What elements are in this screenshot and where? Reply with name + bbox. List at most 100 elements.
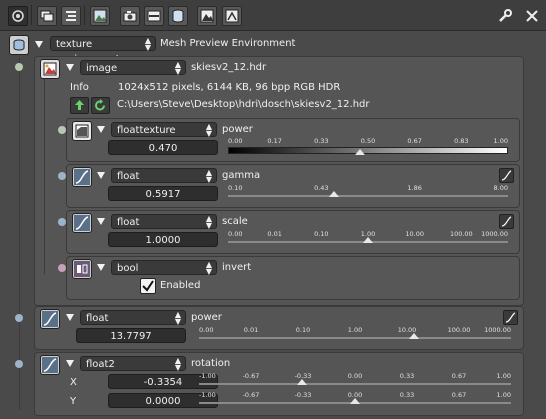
gradient-bar (228, 147, 508, 154)
curve-toggle-icon[interactable] (503, 310, 518, 325)
reload-icon[interactable] (91, 97, 110, 114)
gamma-socket[interactable] (58, 172, 66, 180)
curve-toggle-icon[interactable] (499, 214, 514, 229)
float-curve-icon[interactable] (40, 355, 60, 375)
gamma-slider[interactable]: 0.10 0.43 1.86 8.00 (228, 184, 508, 206)
invert-checkbox[interactable] (140, 278, 156, 294)
float-curve-icon[interactable] (72, 167, 92, 187)
invert-collapse-icon[interactable] (97, 264, 105, 271)
gamma-value[interactable]: 0.5917 (108, 186, 218, 201)
database-icon[interactable] (168, 6, 188, 26)
mountain-icon[interactable] (197, 6, 217, 26)
slider-tick-label: 0.10 (295, 326, 311, 334)
export-icon[interactable] (70, 97, 89, 114)
rotation-type-select[interactable]: float2 ▲ ▼ (80, 356, 186, 372)
image-socket[interactable] (15, 63, 23, 71)
slider-handle[interactable] (296, 379, 307, 385)
image-node-icon[interactable] (40, 59, 60, 79)
image-icon[interactable] (90, 6, 110, 26)
power-texture-value[interactable]: 0.470 (108, 140, 218, 155)
slider-tick-label: 0.00 (347, 372, 363, 380)
environment-title: Mesh Preview Environment (160, 38, 296, 49)
slider-handle[interactable] (363, 237, 373, 243)
scale-value[interactable]: 1.0000 (108, 232, 218, 247)
slider-handle[interactable] (329, 191, 340, 197)
image-filename: skiesv2_12.hdr (191, 62, 267, 73)
slider-tick-label: 1.00 (347, 326, 363, 334)
invert-socket[interactable] (58, 264, 66, 272)
power-label: power (191, 312, 222, 323)
layers-icon[interactable] (37, 6, 57, 26)
power-slider[interactable]: 0.00 0.01 0.10 1.00 10.00 100.00 1000.00 (199, 326, 511, 348)
slider-tick-label: -1.00 (199, 372, 216, 380)
gamma-type-select[interactable]: float ▲ ▼ (111, 168, 217, 184)
main-toolbar (0, 0, 546, 31)
slider-track (199, 383, 511, 385)
slider-tick-label: 1.86 (407, 184, 422, 192)
slider-tick-label: 100.00 (447, 326, 471, 334)
slider-handle[interactable] (409, 333, 420, 339)
invert-enabled-label: Enabled (160, 280, 201, 291)
scale-collapse-icon[interactable] (97, 218, 105, 225)
slider-track (228, 195, 508, 197)
info-label: Info (70, 82, 89, 93)
scale-type-select[interactable]: float ▲ ▼ (111, 214, 217, 230)
slider-tick-label: 0.83 (454, 137, 469, 145)
invert-label: invert (222, 262, 252, 273)
slider-tick-label: 100.00 (449, 230, 473, 238)
rotation-collapse-icon[interactable] (66, 360, 74, 367)
slider-tick-label: -0.33 (294, 391, 312, 399)
slider-tick-label: 0.33 (314, 137, 329, 145)
scale-socket[interactable] (58, 218, 66, 226)
slider-track (199, 337, 511, 339)
environment-type-select[interactable]: texture environment ▲▼ (50, 36, 156, 65)
image-type-select[interactable]: image ▲ ▼ (80, 60, 186, 76)
power-type-select[interactable]: float ▲ ▼ (80, 310, 186, 326)
slider-tick-label: -1.00 (199, 391, 216, 399)
float-texture-icon[interactable] (72, 121, 92, 141)
rotation-socket[interactable] (15, 360, 23, 368)
slider-tick-label: 0.67 (451, 391, 467, 399)
power-texture-type-select[interactable]: floattexture ▲ ▼ (111, 122, 217, 138)
bool-icon[interactable] (72, 259, 92, 279)
slider-tick-label: 0.33 (399, 391, 415, 399)
slider-tick-label: 1.00 (496, 391, 511, 399)
slider-tick-label: 0.01 (243, 326, 259, 334)
rotation-y-slider[interactable]: -1.00 -0.67 -0.33 0.00 0.33 0.67 1.00 (199, 391, 511, 413)
image-collapse-arrow-icon[interactable] (66, 64, 74, 71)
float-curve-icon[interactable] (72, 213, 92, 233)
slider-tick-label: 0.33 (399, 372, 415, 380)
collapse-arrow-icon[interactable] (35, 41, 43, 48)
scene-image-icon[interactable] (222, 6, 242, 26)
slider-tick-label: 0.00 (228, 230, 243, 238)
environment-node-icon[interactable] (9, 35, 29, 55)
power-texture-socket[interactable] (58, 126, 66, 134)
slider-tick-label: 0.50 (360, 137, 376, 145)
float-curve-icon[interactable] (40, 309, 60, 329)
wrench-icon[interactable] (497, 8, 513, 24)
slider-tick-label: 1.00 (496, 372, 511, 380)
film-icon[interactable] (144, 6, 164, 26)
invert-type-select[interactable]: bool ▲ ▼ (111, 260, 217, 276)
gamma-label: gamma (222, 170, 261, 181)
render-preview-icon[interactable] (8, 6, 28, 26)
slider-tick-label: 0.17 (267, 137, 282, 145)
close-icon[interactable] (524, 8, 540, 24)
slider-handle[interactable] (350, 398, 360, 404)
slider-tick-label: 0.67 (451, 372, 467, 380)
camera-icon[interactable] (120, 6, 140, 26)
power-texture-collapse-icon[interactable] (97, 126, 105, 133)
scale-slider[interactable]: 0.00 0.01 0.10 1.00 10.00 100.00 1000.00 (228, 230, 508, 252)
list-icon[interactable] (61, 6, 81, 26)
curve-toggle-icon[interactable] (499, 168, 514, 183)
slider-tick-label: 10.00 (405, 230, 424, 238)
gamma-collapse-icon[interactable] (97, 172, 105, 179)
power-value[interactable]: 13.7797 (76, 328, 186, 343)
power-texture-slider[interactable]: 0.00 0.17 0.33 0.50 0.67 0.83 1.00 (228, 137, 508, 159)
power-collapse-icon[interactable] (66, 314, 74, 321)
slider-tick-label: 0.10 (314, 230, 329, 238)
power-socket[interactable] (15, 314, 23, 322)
slider-tick-label: 0.10 (228, 184, 243, 192)
slider-tick-label: -0.67 (242, 372, 260, 380)
slider-handle[interactable] (354, 149, 365, 155)
